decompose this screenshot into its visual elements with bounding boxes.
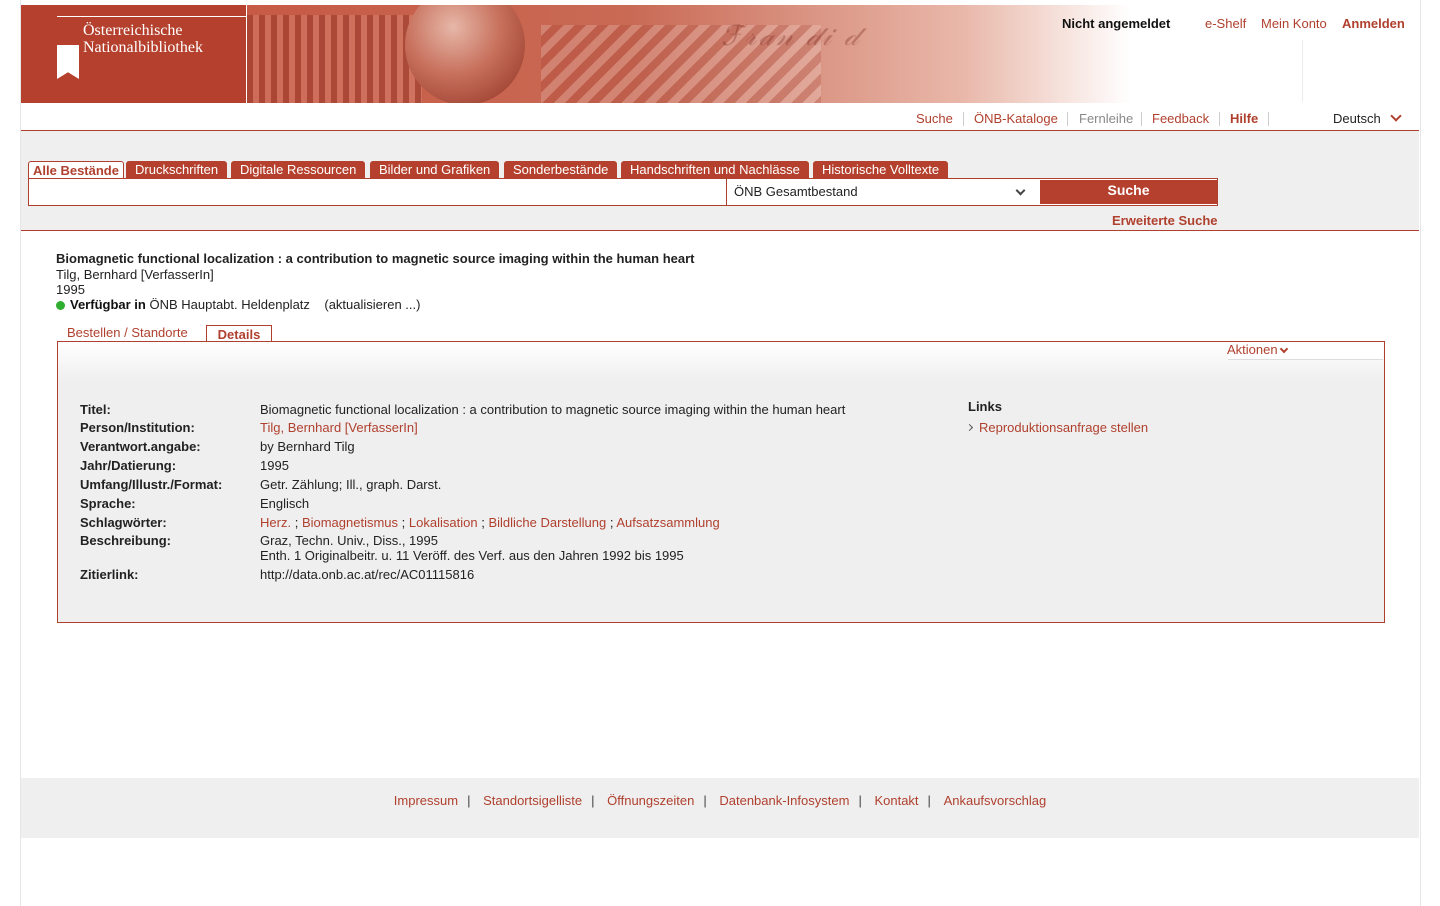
search-button[interactable]: Suche [1040,180,1217,204]
login-status: Nicht angemeldet [1062,16,1171,31]
nav-suche[interactable]: Suche [916,111,953,126]
record-title: Biomagnetic functional localization : a … [56,251,695,266]
search-input[interactable] [29,179,729,207]
available-label: Verfügbar in [70,297,146,312]
logo-line-2: Nationalbibliothek [83,39,203,56]
field-label-schlagwoerter: Schlagwörter: [80,515,167,530]
availability-status: Verfügbar in ÖNB Hauptabt. Heldenplatz (… [56,297,420,312]
anmelden-link[interactable]: Anmelden [1342,16,1405,31]
footer-separator: | [858,793,862,808]
tab-historische-volltexte[interactable]: Historische Volltexte [813,161,949,178]
field-value-person-link[interactable]: Tilg, Bernhard [VerfasserIn] [260,420,418,435]
field-label-person: Person/Institution: [80,420,195,435]
nav-separator [1268,112,1269,126]
field-value-jahr: 1995 [260,458,289,473]
footer-separator: | [927,793,931,808]
logo-line-1: Österreichische [83,22,183,39]
nav-separator [1067,112,1068,126]
nav-separator [1141,112,1142,126]
logo-mark-icon [57,45,79,79]
field-label-verantwort: Verantwort.angabe: [80,439,201,454]
footer-separator: | [591,793,595,808]
aktionen-menu[interactable]: Aktionen [1227,342,1278,357]
footer-ankaufsvorschlag[interactable]: Ankaufsvorschlag [944,793,1047,808]
subject-link[interactable]: Biomagnetismus [302,515,398,530]
nav-kataloge[interactable]: ÖNB-Kataloge [974,111,1058,126]
footer-separator: | [703,793,707,808]
field-label-zitierlink: Zitierlink: [80,567,139,582]
reproduction-request-link[interactable]: Reproduktionsanfrage stellen [979,420,1148,435]
nav-feedback[interactable]: Feedback [1152,111,1209,126]
field-label-sprache: Sprache: [80,496,136,511]
field-value-zitierlink: http://data.onb.ac.at/rec/AC01115816 [260,567,475,582]
subject-separator: ; [481,515,485,530]
field-value-beschreibung-1: Graz, Techn. Univ., Diss., 1995 [260,533,438,548]
nav-fernleihe[interactable]: Fernleihe [1079,111,1133,126]
scope-select[interactable]: ÖNB Gesamtbestand [726,179,1047,205]
subject-separator: ; [401,515,406,530]
refresh-availability-link[interactable]: (aktualisieren ...) [324,297,420,312]
banner-image-globe [405,5,525,103]
footer-links: Impressum | Standortsigelliste | Öffnungsz… [21,793,1419,808]
footer: Impressum | Standortsigelliste | Öffnungsz… [21,778,1419,838]
nav-hilfe[interactable]: Hilfe [1230,111,1258,126]
top-navigation: Suche ÖNB-Kataloge Fernleihe Feedback Hi… [21,104,1419,131]
logo-text: Österreichische Nationalbibliothek [83,22,203,56]
header-divider [1302,40,1303,102]
footer-oeffnungszeiten[interactable]: Öffnungszeiten [607,793,694,808]
banner-image-handwriting: ℱ𝓇𝒶𝓃 𝒹𝒾 𝒹 [721,19,861,52]
tab-bilder-und-grafiken[interactable]: Bilder und Grafiken [370,161,500,178]
available-status-icon [56,301,65,310]
field-value-verantwort: by Bernhard Tilg [260,439,355,454]
chevron-down-icon [1015,185,1026,196]
field-label-titel: Titel: [80,402,111,417]
subject-link[interactable]: Herz. [260,515,291,530]
subject-separator: ; [609,515,614,530]
header-banner: ℱ𝓇𝒶𝓃 𝒹𝒾 𝒹 Österreichische Nationalbiblio… [21,5,1131,103]
nav-separator [963,112,964,126]
footer-standortsigelliste[interactable]: Standortsigelliste [483,793,582,808]
subject-link[interactable]: Bildliche Darstellung [488,515,606,530]
field-value-titel: Biomagnetic functional localization : a … [260,402,846,417]
tab-druckschriften[interactable]: Druckschriften [126,161,228,178]
footer-kontakt[interactable]: Kontakt [874,793,918,808]
field-label-beschreibung: Beschreibung: [80,533,172,548]
scope-value: ÖNB Gesamtbestand [734,184,858,199]
details-panel [57,341,1385,623]
field-value-schlagwoerter: Herz. ; Biomagnetismus ; Lokalisation ; … [260,515,720,530]
tab-bestellen-standorte[interactable]: Bestellen / Standorte [67,325,188,340]
nav-separator [1219,112,1220,126]
mein-konto-link[interactable]: Mein Konto [1261,16,1327,31]
subject-link[interactable]: Lokalisation [409,515,478,530]
tab-handschriften[interactable]: Handschriften und Nachlässe [621,161,809,178]
footer-datenbank-infosystem[interactable]: Datenbank-Infosystem [719,793,849,808]
search-box: ÖNB Gesamtbestand Suche [28,178,1218,207]
footer-separator: | [467,793,471,808]
subject-link[interactable]: Aufsatzsammlung [616,515,719,530]
logo-rule [57,16,247,17]
field-value-umfang: Getr. Zählung; Ill., graph. Darst. [260,477,442,492]
search-area: Alle Bestände Druckschriften Digitale Re… [21,131,1419,231]
tab-sonderbestaende[interactable]: Sonderbestände [504,161,618,178]
field-value-sprache: Englisch [260,496,310,511]
tab-digitale-ressourcen[interactable]: Digitale Ressourcen [231,161,366,178]
links-heading: Links [968,399,1002,414]
footer-impressum[interactable]: Impressum [394,793,458,808]
chevron-down-icon[interactable] [1390,110,1402,122]
field-label-jahr: Jahr/Datierung: [80,458,177,473]
banner-image-books [247,15,422,103]
subject-separator: ; [294,515,299,530]
logo[interactable]: Österreichische Nationalbibliothek [21,5,247,103]
field-value-beschreibung-2: Enth. 1 Originalbeitr. u. 11 Veröff. des… [260,548,684,563]
record-author: Tilg, Bernhard [VerfasserIn] [56,267,214,282]
record-year: 1995 [56,282,85,297]
language-select[interactable]: Deutsch [1333,111,1381,126]
tab-alle-bestaende[interactable]: Alle Bestände [28,161,124,179]
eshelf-link[interactable]: e-Shelf [1205,16,1246,31]
field-label-umfang: Umfang/Illustr./Format: [80,477,223,492]
advanced-search-link[interactable]: Erweiterte Suche [1112,213,1218,228]
available-location: ÖNB Hauptabt. Heldenplatz [149,297,310,312]
